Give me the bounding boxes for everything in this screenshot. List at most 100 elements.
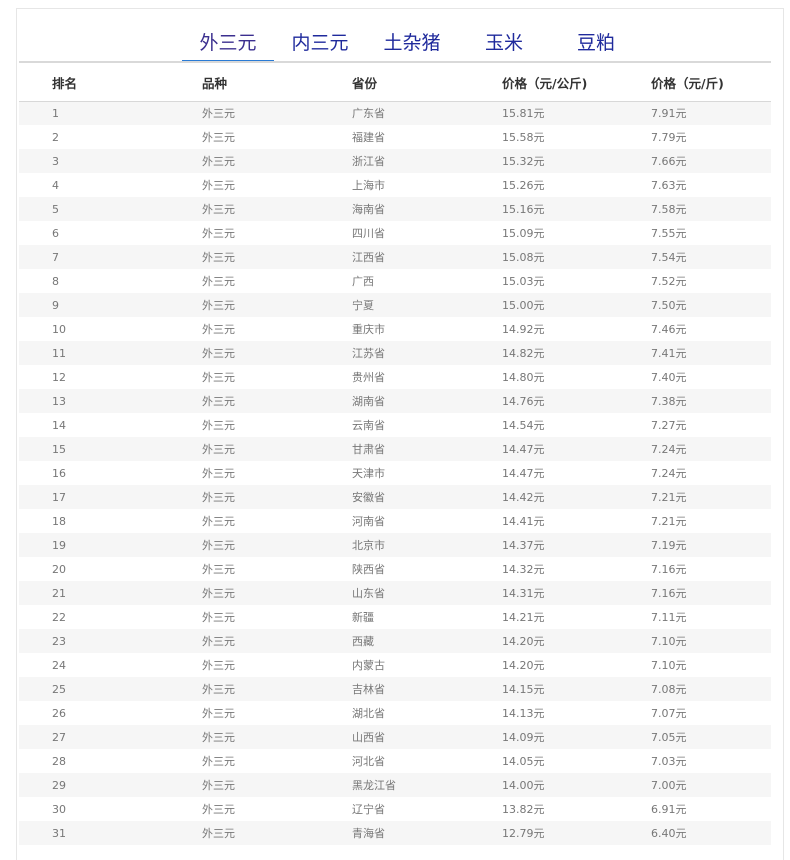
cell-variety: 外三元 bbox=[202, 659, 235, 672]
table-row: 24 外三元 内蒙古 14.20元 7.10元 bbox=[19, 653, 771, 677]
cell-price-per-kg: 13.82元 bbox=[502, 803, 545, 816]
table-row: 30 外三元 辽宁省 13.82元 6.91元 bbox=[19, 797, 771, 821]
cell-price-per-jin: 7.08元 bbox=[619, 677, 771, 701]
cell-price-per-jin: 7.27元 bbox=[651, 419, 687, 432]
cell-rank: 16 bbox=[52, 466, 66, 480]
cell-rank: 31 bbox=[19, 821, 169, 845]
tab-nei-san-yuan[interactable]: 内三元 bbox=[287, 29, 353, 60]
cell-price-per-kg: 14.42元 bbox=[469, 485, 619, 509]
cell-price-per-kg: 14.92元 bbox=[502, 323, 545, 336]
cell-variety: 外三元 bbox=[169, 773, 319, 797]
cell-rank: 21 bbox=[19, 581, 169, 605]
cell-province: 浙江省 bbox=[319, 149, 469, 173]
cell-price-per-jin: 7.79元 bbox=[651, 131, 687, 144]
cell-price-per-kg: 14.41元 bbox=[502, 515, 545, 528]
cell-variety: 外三元 bbox=[169, 533, 319, 557]
cell-province: 广西 bbox=[352, 275, 374, 288]
cell-variety: 外三元 bbox=[202, 419, 235, 432]
tab-yu-mi[interactable]: 玉米 bbox=[480, 29, 528, 60]
tab-dou-po[interactable]: 豆粕 bbox=[572, 29, 620, 60]
cell-rank: 13 bbox=[19, 389, 169, 413]
cell-price-per-jin: 6.40元 bbox=[619, 821, 771, 845]
cell-variety: 外三元 bbox=[169, 389, 319, 413]
table-header-row: 排名 品种 省份 价格（元/公斤) 价格（元/斤) bbox=[19, 65, 771, 102]
cell-variety: 外三元 bbox=[202, 371, 235, 384]
cell-variety: 外三元 bbox=[202, 515, 235, 528]
cell-price-per-jin: 7.16元 bbox=[651, 563, 687, 576]
cell-price-per-jin: 7.21元 bbox=[619, 485, 771, 509]
cell-price-per-jin: 7.38元 bbox=[619, 389, 771, 413]
cell-rank: 28 bbox=[52, 754, 66, 768]
table-row: 21 外三元 山东省 14.31元 7.16元 bbox=[19, 581, 771, 605]
cell-variety: 外三元 bbox=[169, 245, 319, 269]
tab-wai-san-yuan[interactable]: 外三元 bbox=[182, 29, 274, 62]
cell-price-per-kg: 14.76元 bbox=[469, 389, 619, 413]
cell-rank: 17 bbox=[19, 485, 169, 509]
cell-rank: 15 bbox=[19, 437, 169, 461]
cell-province: 湖南省 bbox=[319, 389, 469, 413]
cell-price-per-jin: 7.24元 bbox=[651, 467, 687, 480]
cell-rank: 24 bbox=[52, 658, 66, 672]
table-row: 19 外三元 北京市 14.37元 7.19元 bbox=[19, 533, 771, 557]
tab-tu-za-zhu[interactable]: 土杂猪 bbox=[379, 29, 445, 60]
cell-price-per-jin: 7.46元 bbox=[651, 323, 687, 336]
table-row: 27 外三元 山西省 14.09元 7.05元 bbox=[19, 725, 771, 749]
cell-price-per-jin: 7.54元 bbox=[619, 245, 771, 269]
cell-price-per-jin: 7.10元 bbox=[651, 659, 687, 672]
tabs-divider bbox=[19, 61, 771, 63]
header-variety: 品种 bbox=[169, 65, 319, 102]
header-price-per-kg: 价格（元/公斤) bbox=[469, 65, 619, 102]
cell-province: 江苏省 bbox=[319, 341, 469, 365]
cell-price-per-kg: 14.47元 bbox=[502, 467, 545, 480]
cell-province: 湖北省 bbox=[352, 707, 385, 720]
cell-price-per-kg: 14.54元 bbox=[502, 419, 545, 432]
cell-price-per-kg: 12.79元 bbox=[469, 821, 619, 845]
cell-price-per-jin: 7.21元 bbox=[651, 515, 687, 528]
cell-variety: 外三元 bbox=[202, 227, 235, 240]
cell-variety: 外三元 bbox=[169, 485, 319, 509]
cell-variety: 外三元 bbox=[202, 323, 235, 336]
table-row: 8 外三元 广西 15.03元 7.52元 bbox=[19, 269, 771, 293]
cell-price-per-kg: 14.80元 bbox=[502, 371, 545, 384]
cell-variety: 外三元 bbox=[202, 707, 235, 720]
cell-price-per-kg: 15.26元 bbox=[502, 179, 545, 192]
table-row: 26 外三元 湖北省 14.13元 7.07元 bbox=[19, 701, 771, 725]
table-row: 25 外三元 吉林省 14.15元 7.08元 bbox=[19, 677, 771, 701]
cell-province: 吉林省 bbox=[319, 677, 469, 701]
cell-variety: 外三元 bbox=[169, 149, 319, 173]
cell-variety: 外三元 bbox=[169, 437, 319, 461]
cell-rank: 14 bbox=[52, 418, 66, 432]
cell-variety: 外三元 bbox=[202, 275, 235, 288]
cell-province: 天津市 bbox=[352, 467, 385, 480]
cell-rank: 19 bbox=[19, 533, 169, 557]
cell-price-per-kg: 15.32元 bbox=[469, 149, 619, 173]
cell-price-per-jin: 7.58元 bbox=[619, 197, 771, 221]
table-row: 29 外三元 黑龙江省 14.00元 7.00元 bbox=[19, 773, 771, 797]
cell-variety: 外三元 bbox=[202, 755, 235, 768]
cell-province: 青海省 bbox=[319, 821, 469, 845]
cell-price-per-kg: 15.00元 bbox=[469, 293, 619, 317]
cell-price-per-kg: 15.81元 bbox=[469, 101, 619, 125]
cell-price-per-jin: 7.40元 bbox=[651, 371, 687, 384]
cell-province: 四川省 bbox=[352, 227, 385, 240]
cell-price-per-jin: 7.91元 bbox=[619, 101, 771, 125]
cell-rank: 25 bbox=[19, 677, 169, 701]
cell-price-per-jin: 7.41元 bbox=[619, 341, 771, 365]
cell-province: 山西省 bbox=[319, 725, 469, 749]
cell-price-per-kg: 15.03元 bbox=[502, 275, 545, 288]
cell-province: 西藏 bbox=[319, 629, 469, 653]
table-row: 14 外三元 云南省 14.54元 7.27元 bbox=[19, 413, 771, 437]
cell-variety: 外三元 bbox=[202, 131, 235, 144]
cell-price-per-jin: 7.50元 bbox=[619, 293, 771, 317]
cell-variety: 外三元 bbox=[202, 803, 235, 816]
table-row: 12 外三元 贵州省 14.80元 7.40元 bbox=[19, 365, 771, 389]
cell-variety: 外三元 bbox=[202, 563, 235, 576]
table-row: 10 外三元 重庆市 14.92元 7.46元 bbox=[19, 317, 771, 341]
cell-rank: 8 bbox=[52, 274, 59, 288]
cell-variety: 外三元 bbox=[169, 197, 319, 221]
cell-price-per-kg: 14.21元 bbox=[502, 611, 545, 624]
cell-price-per-jin: 7.55元 bbox=[651, 227, 687, 240]
cell-province: 辽宁省 bbox=[352, 803, 385, 816]
cell-province: 江西省 bbox=[319, 245, 469, 269]
cell-province: 黑龙江省 bbox=[319, 773, 469, 797]
